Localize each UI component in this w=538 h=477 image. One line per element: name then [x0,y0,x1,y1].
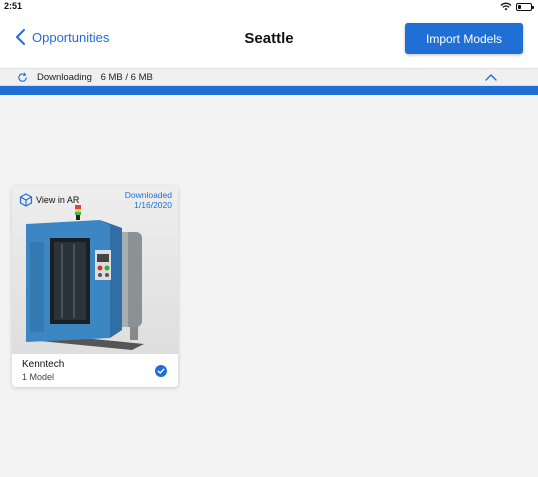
machine-image [26,205,144,350]
battery-icon [516,2,534,11]
import-models-button[interactable]: Import Models [405,23,523,54]
model-thumbnail: View in AR Downloaded 1/16/2020 [12,186,178,354]
status-icons [500,2,534,11]
chevron-up-icon[interactable] [485,73,497,81]
download-date: 1/16/2020 [134,200,172,210]
view-in-ar-label: View in AR [36,195,80,205]
wifi-icon [500,2,512,11]
download-label: Downloading [37,72,92,83]
sync-icon [18,72,27,82]
navigation-bar: Opportunities Seattle Import Models [0,14,538,69]
view-in-ar-button[interactable]: View in AR [19,193,79,207]
status-time: 2:51 [4,1,23,11]
download-status-bar: Downloading 6 MB / 6 MB [0,69,538,86]
download-text: Downloading 6 MB / 6 MB [37,72,159,83]
download-status: Downloaded 1/16/2020 [125,190,172,210]
download-status-label: Downloaded [124,190,172,200]
status-bar: 2:51 [0,0,538,14]
download-progress-bar [0,86,538,95]
check-circle-icon[interactable] [155,365,167,377]
model-count: 1 Model [22,372,55,382]
card-footer: Kenntech 1 Model [12,354,178,387]
model-card[interactable]: View in AR Downloaded 1/16/2020 Kenntech… [12,186,178,387]
download-size: 6 MB / 6 MB [100,72,153,83]
ar-cube-icon [19,193,33,207]
model-name: Kenntech [22,359,65,370]
